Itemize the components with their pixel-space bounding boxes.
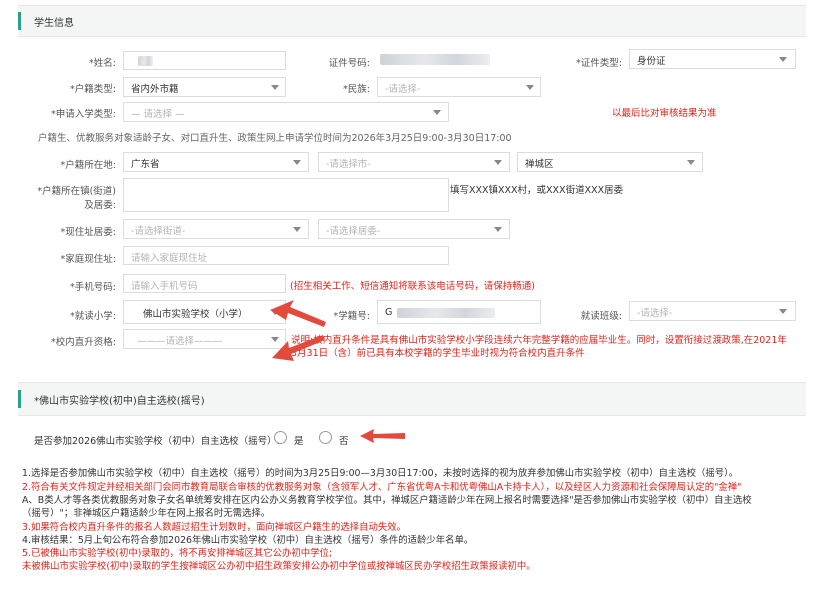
ethnicity-select[interactable]: -请选择- xyxy=(377,77,541,97)
direct-promotion-select[interactable]: ———请选择——— xyxy=(123,329,286,349)
note-item: 2.符合有关文件规定并经相关部门会同市教育局联合审核的优教服务对象（含领军人才、… xyxy=(22,482,742,493)
hukou-location-label: *户籍所在地: xyxy=(60,160,116,171)
committee-select[interactable]: -请选择居委- xyxy=(318,219,510,239)
ethnicity-label: *民族: xyxy=(343,84,370,95)
note-item: 3.如果符合校内直升条件的报名人数超过招生计划数时，面向禅城区户籍生的选择自动失… xyxy=(22,522,406,533)
note-item: 4.审核结果：5月上旬公布符合参加2026年佛山市实验学校（初中）自主选校（摇号… xyxy=(22,535,474,546)
chevron-down-icon xyxy=(433,110,441,115)
annotation-arrows-icon xyxy=(270,300,326,361)
phone-input[interactable]: 请输入手机号码 xyxy=(123,274,286,293)
section-title: 学生信息 xyxy=(34,18,74,29)
province-select[interactable]: 广东省 xyxy=(123,152,309,172)
chevron-down-icon xyxy=(271,85,279,90)
primary-school-label: *就读小学: xyxy=(70,311,116,322)
direct-promotion-note-line2: 3月31日（含）前已具有本校学籍的学生毕业时视为符合校内直升条件 xyxy=(291,348,585,359)
id-number-label: 证件号码: xyxy=(328,58,370,69)
name-input[interactable] xyxy=(123,51,286,70)
apply-type-select[interactable]: — 请选择 — xyxy=(123,102,449,122)
city-select[interactable]: -请选择市- xyxy=(318,152,510,172)
application-time-note: 户籍生、优教服务对象适龄子女、对口直升生、政策生网上申请学位时间为2026年3月… xyxy=(38,133,512,144)
lottery-yes-label: 是 xyxy=(294,436,304,447)
residence-label: *现住址居委: xyxy=(60,227,116,238)
redacted-id-number xyxy=(380,54,490,65)
chevron-down-icon xyxy=(293,160,301,165)
redacted-student-no xyxy=(397,308,495,318)
chevron-down-icon xyxy=(526,85,534,90)
home-address-input[interactable]: 请输入家庭现住址 xyxy=(123,246,449,265)
section-title: *佛山市实验学校(初中)自主选校(摇号) xyxy=(34,396,205,407)
redacted-name xyxy=(138,56,153,66)
hukou-town-hint: 填写XXX镇XXX村，或XXX街道XXX居委 xyxy=(450,185,624,196)
note-item: A、B类人才等各类优教服务对象子女名单统筹安排在区内公办义务教育学校学位。其中，… xyxy=(22,495,752,506)
hukou-type-label: *户籍类型: xyxy=(70,84,116,95)
arrow-to-school-icon xyxy=(270,300,326,327)
arrow-to-lottery-icon xyxy=(360,429,405,443)
hukou-town-label-line2: 及居委: xyxy=(84,200,116,211)
chevron-down-icon xyxy=(494,160,502,165)
section-accent-bar xyxy=(18,12,21,30)
chevron-down-icon xyxy=(293,227,301,232)
id-type-select[interactable]: 身份证 xyxy=(629,49,796,69)
lottery-question: 是否参加2026佛山市实验学校（初中）自主选校（摇号）: xyxy=(34,436,280,447)
grade-class-select[interactable]: -请选择- xyxy=(629,301,796,321)
grade-class-label: 就读班级: xyxy=(580,311,622,322)
lottery-yes-radio[interactable] xyxy=(274,431,287,444)
chevron-down-icon xyxy=(779,309,787,314)
hukou-town-label-line1: *户籍所在镇(街道) xyxy=(37,186,116,197)
district-select[interactable]: 禅城区 xyxy=(517,152,703,172)
phone-label: *手机号码: xyxy=(70,282,116,293)
chevron-down-icon xyxy=(687,160,695,165)
primary-school-select[interactable]: 佛山市实验学校（小学） xyxy=(123,300,286,324)
section-header-student-info: 学生信息 xyxy=(18,5,806,37)
note-item: 5.已被佛山市实验学校(初中)录取的，将不再安排禅城区其它公办初中学位; xyxy=(22,548,333,559)
student-no-input[interactable]: G xyxy=(377,300,541,324)
section-header-lottery: *佛山市实验学校(初中)自主选校(摇号) xyxy=(18,382,806,416)
section-accent-bar xyxy=(18,390,21,408)
street-select[interactable]: -请选择街道- xyxy=(123,219,309,239)
direct-promotion-note-line1: 说明:校内直升条件是具有佛山市实验学校小学段连续六年完整学籍的应届毕业生。同时，… xyxy=(291,335,787,346)
apply-type-label: *申请入学类型: xyxy=(51,109,116,120)
note-item: 未被佛山市实验学校(初中)录取的学生按禅城区公办初中招生政策安排公办初中学位或按… xyxy=(22,561,536,572)
arrow-to-promotion-icon xyxy=(272,335,325,361)
hukou-type-select[interactable]: 省内外市籍 xyxy=(123,77,286,97)
lottery-no-radio[interactable] xyxy=(319,431,332,444)
apply-type-note: 以最后比对审核结果为准 xyxy=(612,108,717,119)
phone-note: (招生相关工作、短信通知将联系该电话号码，请保持畅通) xyxy=(290,281,535,292)
chevron-down-icon xyxy=(494,227,502,232)
lottery-no-label: 否 xyxy=(339,436,349,447)
id-type-label: *证件类型: xyxy=(576,58,622,69)
hukou-town-textarea[interactable] xyxy=(123,178,449,212)
home-address-label: *家庭现住址: xyxy=(60,254,116,265)
note-item: 1.选择是否参加佛山市实验学校（初中）自主选校（摇号）的时间为3月25日9:00… xyxy=(22,468,739,479)
chevron-down-icon xyxy=(779,57,787,62)
note-item: （摇号）"；非禅城区户籍适龄少年在网上报名时无需选择。 xyxy=(22,508,271,519)
name-label: *姓名: xyxy=(89,58,116,69)
direct-promotion-label: *校内直升资格: xyxy=(51,337,116,348)
